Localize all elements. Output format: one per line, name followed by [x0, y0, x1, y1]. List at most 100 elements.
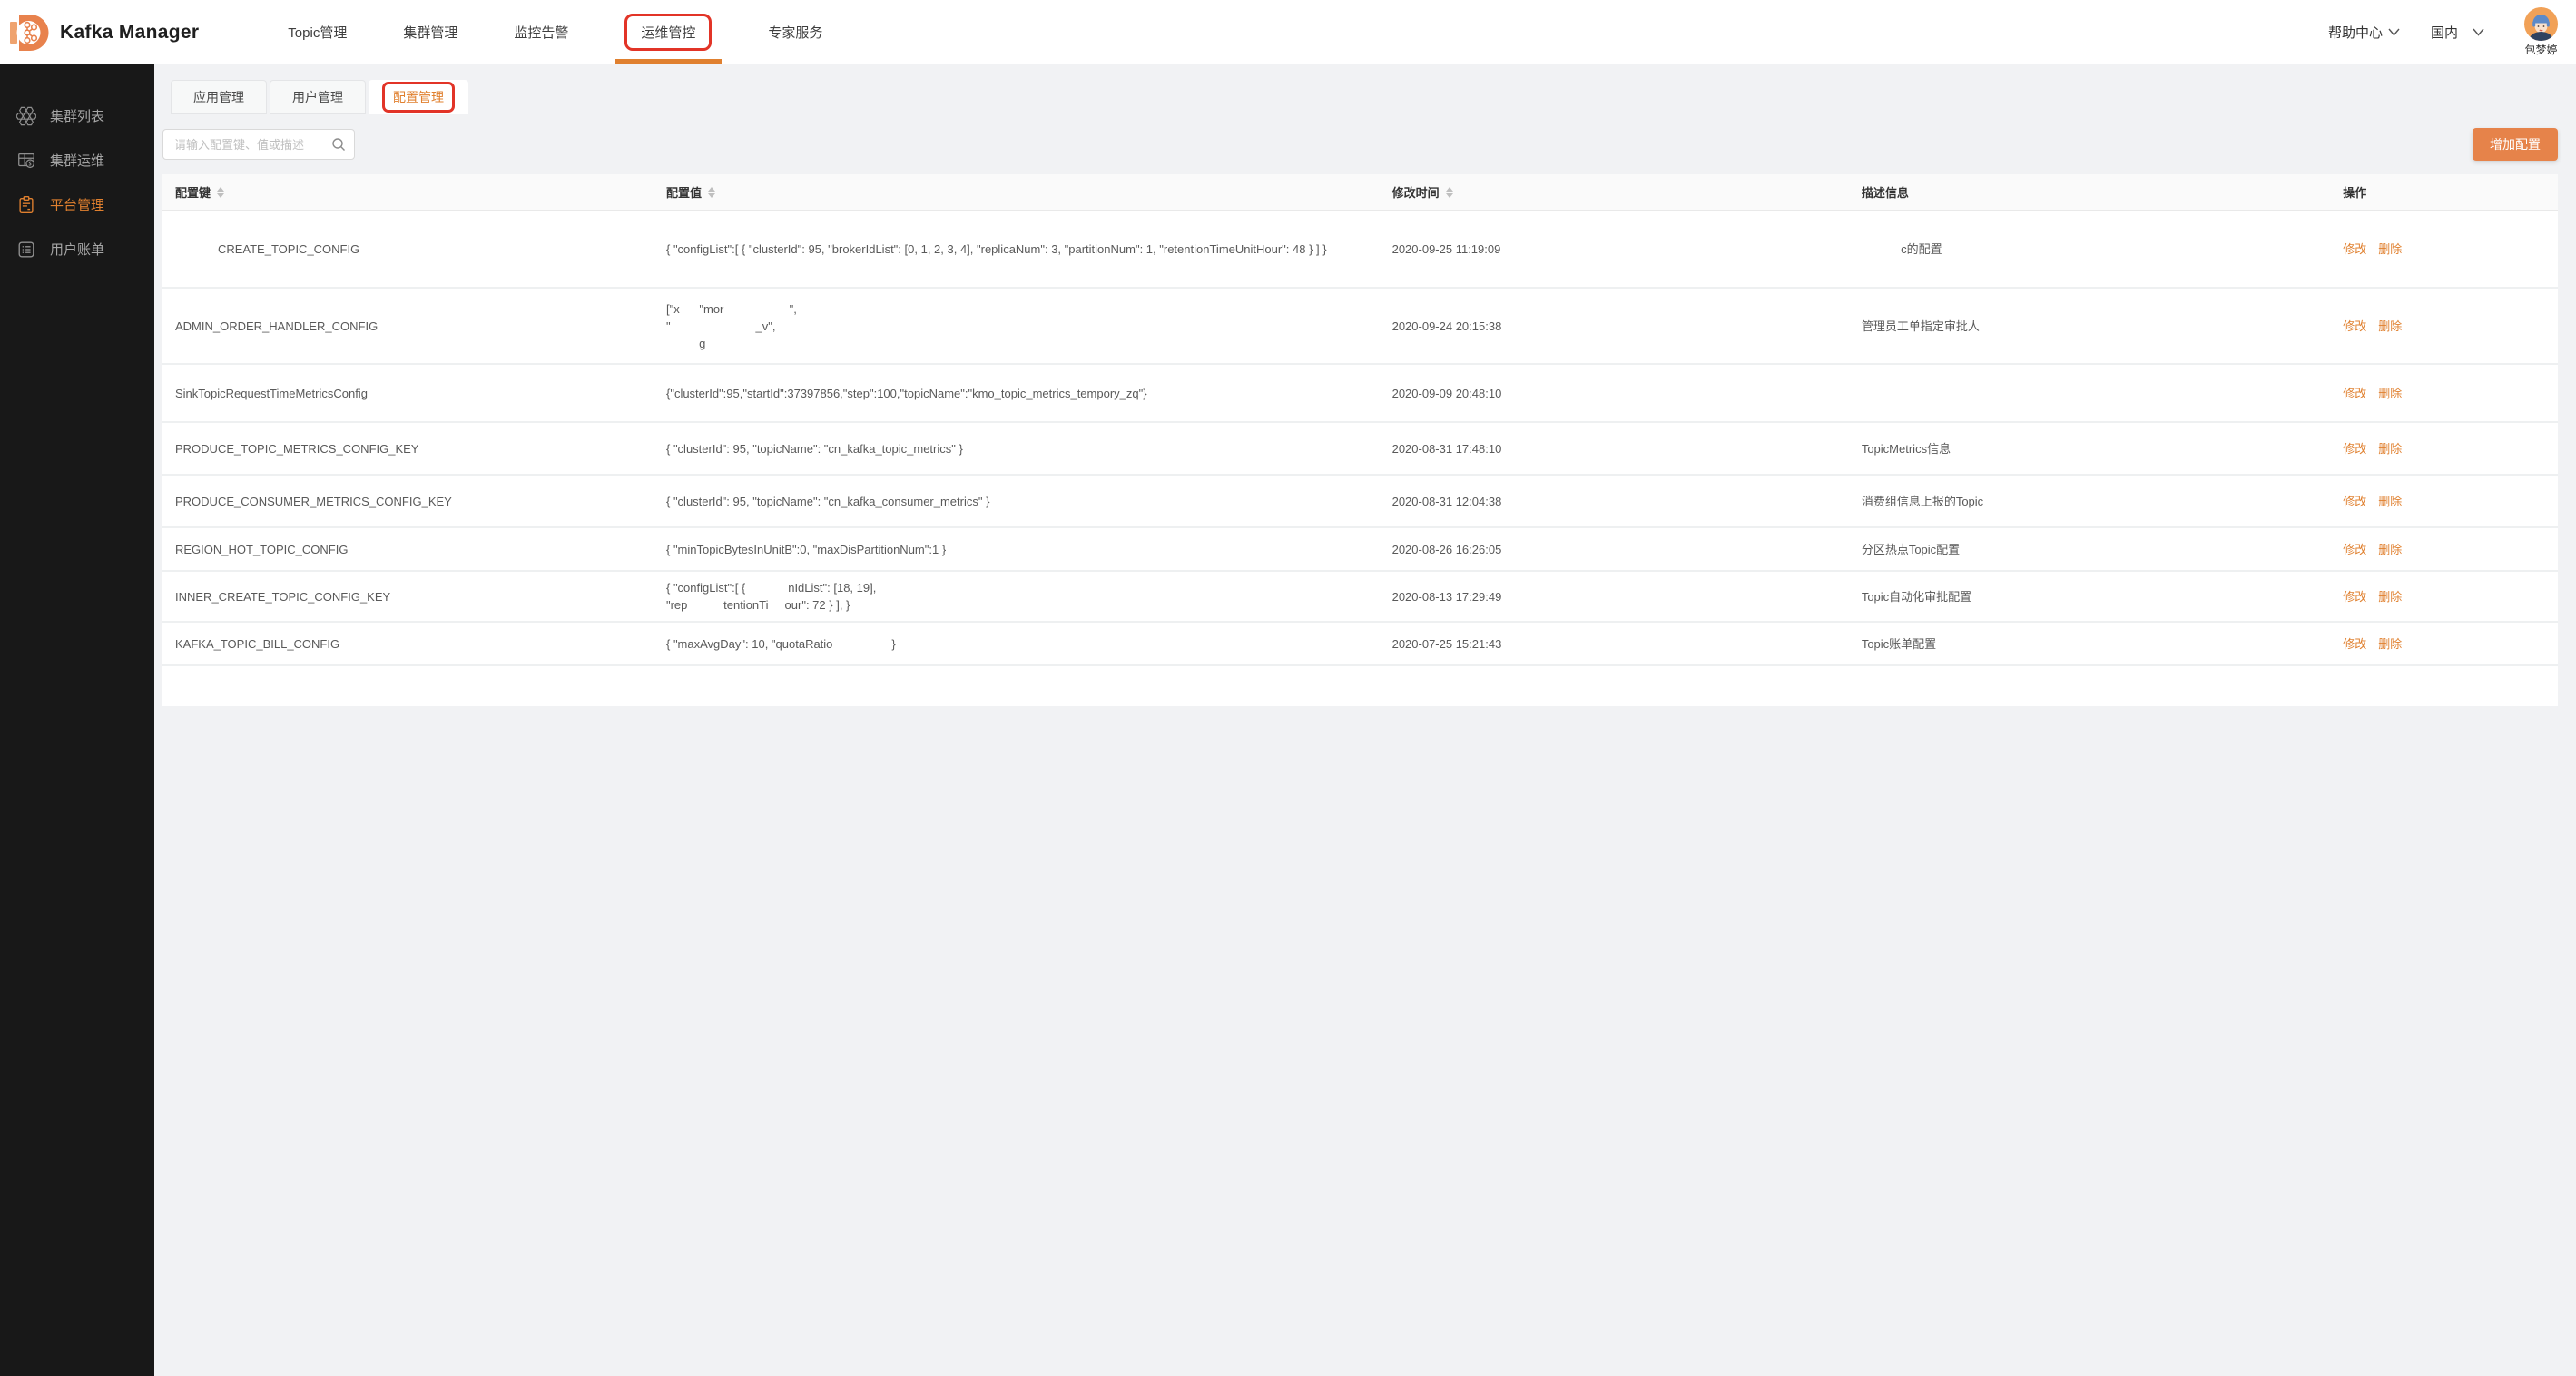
- col-config-key: 配置键: [162, 183, 654, 201]
- edit-link[interactable]: 修改: [2343, 385, 2366, 402]
- cluster-ops-icon: [18, 152, 34, 168]
- modify-time: 2020-08-31 12:04:38: [1391, 494, 1502, 508]
- table-row: CREATE_TOPIC_CONFIG { "configList":[ { "…: [162, 211, 2558, 289]
- edit-link[interactable]: 修改: [2343, 541, 2366, 558]
- edit-link[interactable]: 修改: [2343, 493, 2366, 510]
- modify-time: 2020-08-13 17:29:49: [1391, 589, 1502, 604]
- modify-time: 2020-07-25 15:21:43: [1391, 636, 1502, 651]
- avatar[interactable]: [2524, 7, 2558, 41]
- table-row: SinkTopicRequestTimeMetricsConfig {"clus…: [162, 365, 2558, 423]
- nav-topic-manage[interactable]: Topic管理: [282, 0, 352, 64]
- search-input[interactable]: [162, 129, 355, 160]
- edit-link[interactable]: 修改: [2343, 635, 2366, 653]
- search-box: [162, 129, 355, 160]
- nav-cluster-manage[interactable]: 集群管理: [398, 0, 463, 64]
- sort-icon[interactable]: [217, 186, 225, 198]
- sidebar-item-platform-manage[interactable]: 平台管理: [0, 182, 154, 227]
- tab-user-manage[interactable]: 用户管理: [270, 80, 366, 114]
- table-row: INNER_CREATE_TOPIC_CONFIG_KEY { "configL…: [162, 572, 2558, 623]
- add-config-button[interactable]: 增加配置: [2473, 128, 2558, 161]
- delete-link[interactable]: 删除: [2378, 241, 2402, 258]
- top-navbar: Kafka Manager Topic管理 集群管理 监控告警 运维管控 专家服…: [0, 0, 2576, 64]
- delete-link[interactable]: 删除: [2378, 588, 2402, 605]
- delete-link[interactable]: 删除: [2378, 440, 2402, 457]
- config-value: { "minTopicBytesInUnitB":0, "maxDisParti…: [665, 542, 947, 556]
- edit-link[interactable]: 修改: [2343, 318, 2366, 335]
- table-header: 配置键 配置值 修改时间 描述信息 操作: [162, 174, 2558, 211]
- description: TopicMetrics信息: [1861, 441, 1952, 456]
- user-bill-icon: [18, 241, 34, 257]
- config-key: SinkTopicRequestTimeMetricsConfig: [175, 386, 368, 400]
- col-actions: 操作: [2343, 186, 2367, 200]
- delete-link[interactable]: 删除: [2378, 385, 2402, 402]
- tab-bar: 应用管理 用户管理 配置管理: [171, 80, 2576, 114]
- annotation-box-nav: 运维管控: [624, 14, 713, 51]
- config-value: ["x "mor ", " _v", g: [665, 301, 797, 350]
- main-content: 应用管理 用户管理 配置管理 增加配置 配置键 配置值: [154, 64, 2576, 1376]
- config-key: PRODUCE_TOPIC_METRICS_CONFIG_KEY: [175, 441, 419, 456]
- platform-manage-icon: [19, 195, 34, 213]
- modify-time: 2020-09-24 20:15:38: [1391, 319, 1502, 333]
- modify-time: 2020-08-26 16:26:05: [1391, 542, 1502, 556]
- table-row: PRODUCE_TOPIC_METRICS_CONFIG_KEY { "clus…: [162, 423, 2558, 476]
- sidebar-item-cluster-list[interactable]: 集群列表: [0, 93, 154, 138]
- delete-link[interactable]: 删除: [2378, 318, 2402, 335]
- delete-link[interactable]: 删除: [2378, 635, 2402, 653]
- sidebar-item-cluster-ops[interactable]: 集群运维: [0, 138, 154, 182]
- search-icon[interactable]: [331, 137, 346, 152]
- tab-config-manage[interactable]: 配置管理: [369, 80, 468, 114]
- sort-icon[interactable]: [708, 186, 715, 198]
- config-value: { "maxAvgDay": 10, "quotaRatio }: [665, 636, 896, 651]
- config-value: {"clusterId":95,"startId":37397856,"step…: [665, 386, 1147, 400]
- region-select[interactable]: 国内: [2431, 23, 2484, 42]
- edit-link[interactable]: 修改: [2343, 440, 2366, 457]
- description: 分区热点Topic配置: [1861, 542, 1961, 556]
- description: 管理员工单指定审批人: [1861, 319, 1980, 333]
- config-value: { "clusterId": 95, "topicName": "cn_kafk…: [665, 494, 990, 508]
- modify-time: 2020-09-25 11:19:09: [1391, 241, 1501, 256]
- description: Topic自动化审批配置: [1861, 589, 1972, 604]
- config-key: PRODUCE_CONSUMER_METRICS_CONFIG_KEY: [175, 494, 452, 508]
- description: c的配置: [1861, 241, 1942, 256]
- modify-time: 2020-08-31 17:48:10: [1391, 441, 1502, 456]
- user-block[interactable]: 包梦婷: [2524, 7, 2558, 57]
- col-modify-time: 修改时间: [1380, 183, 1849, 201]
- description: Topic账单配置: [1861, 636, 1937, 651]
- sidebar-item-user-bill[interactable]: 用户账单: [0, 227, 154, 271]
- table-row: ADMIN_ORDER_HANDLER_CONFIG ["x "mor ", "…: [162, 289, 2558, 365]
- sidebar: 集群列表 集群运维 平台管理 用户账单: [0, 64, 154, 1376]
- edit-link[interactable]: 修改: [2343, 241, 2366, 258]
- delete-link[interactable]: 删除: [2378, 493, 2402, 510]
- nav-ops-control[interactable]: 运维管控: [619, 0, 717, 64]
- col-config-value: 配置值: [654, 183, 1380, 201]
- brand: Kafka Manager: [9, 14, 199, 52]
- help-center-menu[interactable]: 帮助中心: [2328, 23, 2400, 42]
- nav-monitor-alert[interactable]: 监控告警: [508, 0, 574, 64]
- config-key: REGION_HOT_TOPIC_CONFIG: [175, 542, 349, 556]
- nav-expert-service[interactable]: 专家服务: [762, 0, 828, 64]
- edit-link[interactable]: 修改: [2343, 588, 2366, 605]
- username: 包梦婷: [2524, 44, 2558, 56]
- table-row: REGION_HOT_TOPIC_CONFIG { "minTopicBytes…: [162, 528, 2558, 572]
- cluster-list-icon: [16, 106, 36, 125]
- table-row: KAFKA_TOPIC_BILL_CONFIG { "maxAvgDay": 1…: [162, 623, 2558, 666]
- config-value: { "configList":[ { nIdList": [18, 19], "…: [665, 581, 877, 612]
- chevron-down-icon: [2388, 28, 2400, 36]
- config-key: ADMIN_ORDER_HANDLER_CONFIG: [175, 319, 379, 333]
- sort-icon[interactable]: [1445, 186, 1453, 198]
- main-nav: Topic管理 集群管理 监控告警 运维管控 专家服务: [282, 0, 828, 64]
- description: 消费组信息上报的Topic: [1861, 494, 1984, 508]
- tab-app-manage[interactable]: 应用管理: [171, 80, 267, 114]
- toolbar: 增加配置: [162, 128, 2558, 161]
- table-row: PRODUCE_CONSUMER_METRICS_CONFIG_KEY { "c…: [162, 476, 2558, 528]
- modify-time: 2020-09-09 20:48:10: [1391, 386, 1502, 400]
- annotation-box-tab: 配置管理: [382, 82, 455, 113]
- topbar-right: 帮助中心 国内 包梦婷: [2328, 7, 2576, 57]
- col-description: 描述信息: [1861, 186, 1909, 200]
- config-key: CREATE_TOPIC_CONFIG: [175, 241, 360, 256]
- table-row-partial: [162, 666, 2558, 706]
- chevron-down-icon: [2473, 28, 2484, 36]
- config-value: { "clusterId": 95, "topicName": "cn_kafk…: [665, 441, 963, 456]
- config-table: 配置键 配置值 修改时间 描述信息 操作 CREATE_TOPIC_CONFIG…: [162, 174, 2558, 706]
- delete-link[interactable]: 删除: [2378, 541, 2402, 558]
